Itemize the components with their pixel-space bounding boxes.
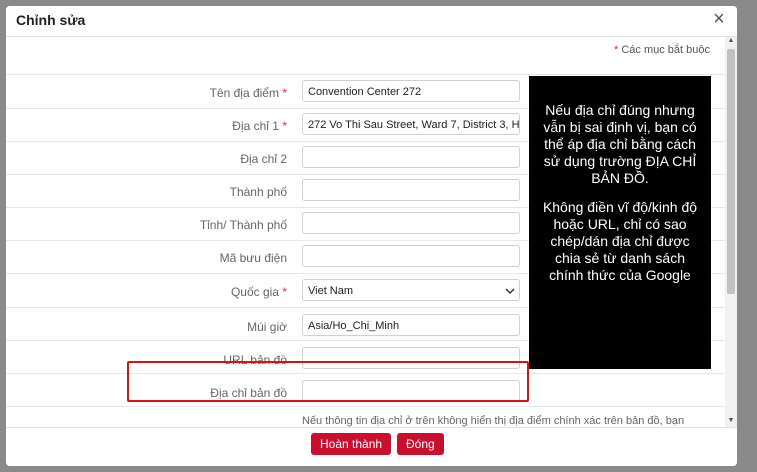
place-name-label-text: Tên địa điểm (209, 86, 279, 100)
instruction-paragraph-1: Nếu địa chỉ đúng nhưng vẫn bị sai định v… (543, 102, 697, 186)
scrollbar[interactable]: ▲ ▼ (725, 37, 737, 427)
required-star: * (282, 119, 287, 133)
divider (6, 406, 725, 407)
city-label: Thành phố (229, 185, 287, 199)
required-star: * (282, 86, 287, 100)
address1-input[interactable]: 272 Vo Thi Sau Street, Ward 7, District … (302, 113, 520, 135)
country-label-text: Quốc gia (230, 285, 279, 299)
required-note-text: Các mục bắt buộc (621, 44, 710, 56)
province-label: Tỉnh/ Thành phố (199, 218, 287, 232)
address1-label-text: Địa chỉ 1 (232, 119, 279, 133)
dialog-title: Chỉnh sửa (16, 12, 86, 28)
address1-label: Địa chỉ 1 * (67, 119, 287, 133)
place-name-label: Tên địa điểm * (67, 86, 287, 100)
map-address-highlight (127, 361, 529, 402)
close-icon[interactable]: × (709, 9, 729, 29)
arrow-down-icon[interactable]: ▼ (725, 417, 737, 427)
arrow-up-icon[interactable]: ▲ (725, 37, 737, 47)
map-help-text: Nếu thông tin địa chỉ ở trên không hiển … (302, 415, 685, 427)
dialog-footer: Hoàn thành Đóng (6, 427, 737, 466)
scroll-thumb[interactable] (727, 49, 735, 294)
timezone-label: Múi giờ (247, 320, 287, 334)
country-select[interactable]: Viet Nam (302, 279, 520, 301)
province-input[interactable] (302, 212, 520, 234)
required-star: * (282, 285, 287, 299)
address2-input[interactable] (302, 146, 520, 168)
divider (6, 74, 725, 75)
address2-label: Địa chỉ 2 (240, 152, 287, 166)
place-name-input[interactable]: Convention Center 272 (302, 80, 520, 102)
country-select-value: Viet Nam (308, 285, 354, 297)
close-button[interactable]: Đóng (397, 433, 444, 455)
instruction-paragraph-2: Không điền vĩ độ/kinh độ hoặc URL, chỉ c… (542, 199, 698, 283)
postal-code-input[interactable] (302, 245, 520, 267)
done-button[interactable]: Hoàn thành (311, 433, 392, 455)
timezone-input[interactable]: Asia/Ho_Chi_Minh (302, 314, 520, 336)
instruction-overlay: Nếu địa chỉ đúng nhưng vẫn bị sai định v… (529, 76, 711, 369)
required-star: * (614, 44, 619, 56)
required-note: * Các mục bắt buộc (614, 44, 710, 56)
chevron-down-icon (505, 280, 515, 300)
postal-code-label: Mã bưu điện (219, 251, 287, 265)
city-input[interactable] (302, 179, 520, 201)
country-label: Quốc gia * (67, 285, 287, 299)
dialog-header: Chỉnh sửa × (6, 6, 737, 37)
